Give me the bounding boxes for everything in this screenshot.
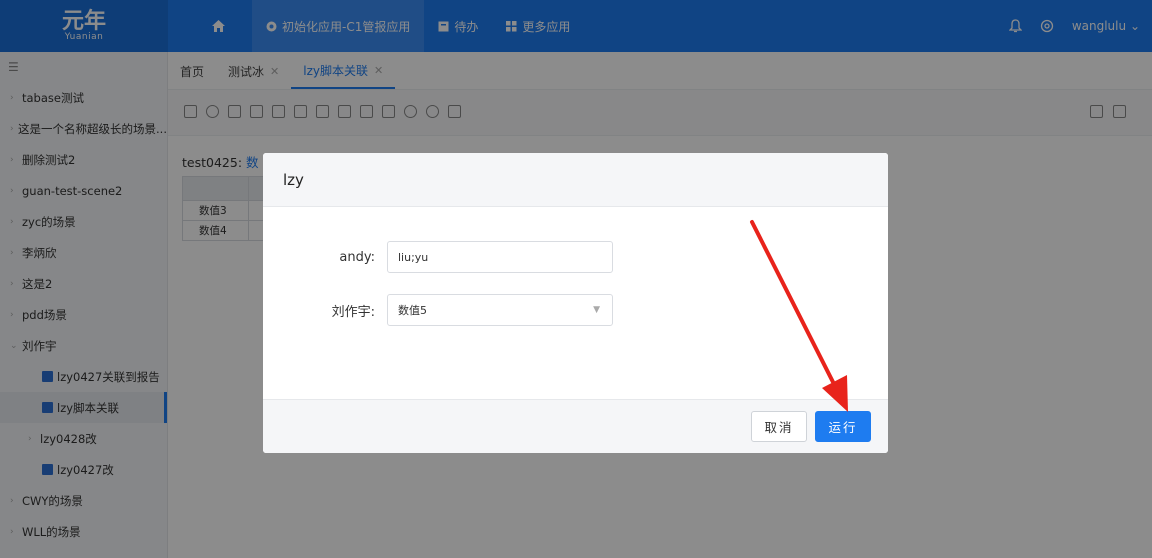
annotation-arrow — [750, 220, 848, 412]
